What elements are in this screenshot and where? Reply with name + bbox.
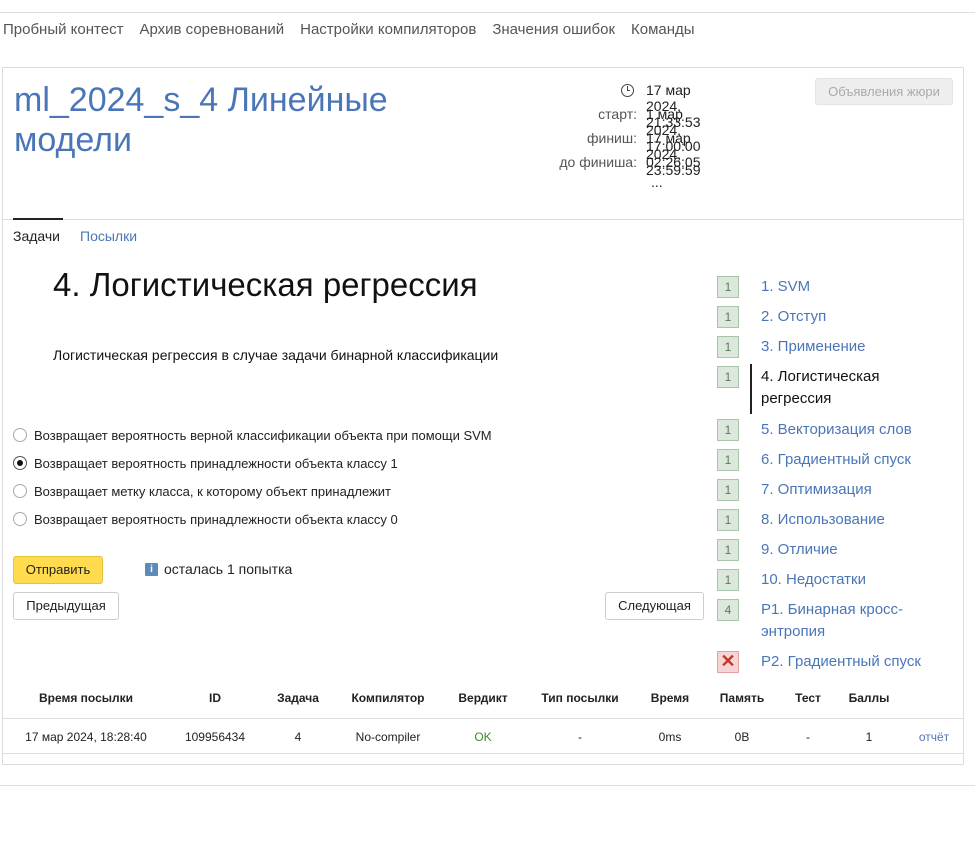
radio-button[interactable] [13, 512, 27, 526]
answer-option-3[interactable]: Возвращает метку класса, к которому объе… [13, 482, 391, 500]
previous-button[interactable]: Предыдущая [13, 592, 119, 620]
submission-memory: 0B [734, 730, 750, 744]
problem-link[interactable]: 6. Градиентный спуск [761, 449, 961, 471]
problem-score-badge: 1 [717, 509, 739, 531]
nav-trial-contest[interactable]: Пробный контест [3, 21, 123, 38]
problem-link[interactable]: 5. Векторизация слов [761, 419, 961, 441]
nav-contest-archive[interactable]: Архив соревнований [139, 21, 284, 38]
problem-score-badge: 4 [717, 599, 739, 621]
contest-title: ml_2024_s_4 Линейные модели [14, 81, 388, 159]
info-ellipsis: ... [651, 174, 663, 190]
start-label: старт: [598, 106, 637, 122]
column-header: Компилятор [351, 691, 425, 705]
submission-test: - [806, 730, 810, 744]
option-label: Возвращает метку класса, к которому объе… [34, 483, 391, 499]
column-header: Баллы [848, 691, 890, 705]
problem-score-badge: 1 [717, 479, 739, 501]
problem-score-badge: 1 [717, 336, 739, 358]
problem-score-badge: 1 [717, 276, 739, 298]
column-header: Время посылки [38, 691, 134, 705]
column-header: Память [719, 691, 765, 705]
option-label: Возвращает вероятность принадлежности об… [34, 511, 398, 527]
submission-verdict: OK [474, 730, 492, 744]
bottom-divider [0, 785, 975, 786]
clock-icon [621, 84, 634, 97]
problem-score-badge: 1 [717, 366, 739, 388]
answer-option-2[interactable]: Возвращает вероятность принадлежности об… [13, 454, 398, 472]
contest-panel: ml_2024_s_4 Линейные модели 17 мар 2024,… [2, 67, 964, 765]
problem-link[interactable]: P2. Градиентный спуск [761, 651, 961, 673]
answer-option-1[interactable]: Возвращает вероятность верной классифика… [13, 426, 492, 444]
problem-score-badge: 1 [717, 306, 739, 328]
submission-problem: 4 [294, 730, 302, 744]
info-icon: i [145, 562, 158, 576]
problem-link[interactable]: 10. Недостатки [761, 569, 961, 591]
remaining-value: 02:26:05 [646, 154, 701, 170]
problem-score-badge: 1 [717, 569, 739, 591]
problem-link[interactable]: P1. Бинарная кросс-энтропия [761, 599, 921, 643]
tab-tasks[interactable]: Задачи [13, 228, 60, 244]
option-label: Возвращает вероятность верной классифика… [34, 427, 492, 443]
problem-link[interactable]: 7. Оптимизация [761, 479, 961, 501]
submission-score: 1 [865, 730, 873, 744]
submission-runtime: 0ms [658, 730, 682, 744]
table-header: Время посылки ID Задача Компилятор Верди… [3, 680, 963, 716]
submit-button[interactable]: Отправить [13, 556, 103, 584]
submission-compiler: No-compiler [355, 730, 421, 744]
problem-link[interactable]: 9. Отличие [761, 539, 961, 561]
nav-compiler-settings[interactable]: Настройки компиляторов [300, 21, 476, 38]
report-link[interactable]: отчёт [909, 719, 959, 755]
active-tab-indicator [13, 218, 63, 220]
problem-link[interactable]: 1. SVM [761, 276, 961, 298]
finish-label: финиш: [586, 130, 637, 146]
remaining-label: до финиша: [559, 154, 637, 170]
column-header: ID [209, 691, 221, 705]
column-header: Задача [277, 691, 319, 705]
nav-teams[interactable]: Команды [631, 21, 695, 38]
column-header: Вердикт [458, 691, 508, 705]
problem-link[interactable]: 3. Применение [761, 336, 961, 358]
column-header: Время [650, 691, 690, 705]
nav-error-codes[interactable]: Значения ошибок [492, 21, 615, 38]
submission-id: 109956434 [184, 730, 246, 744]
attempts-text: осталась 1 попытка [164, 561, 293, 577]
radio-button[interactable] [13, 428, 27, 442]
option-label: Возвращает вероятность принадлежности об… [34, 455, 398, 471]
problem-score-badge: 1 [717, 419, 739, 441]
table-row: 17 мар 2024, 18:28:40 109956434 4 No-com… [3, 718, 963, 754]
jury-announcements-button[interactable]: Объявления жюри [815, 78, 953, 105]
fail-x-icon: ✕ [717, 651, 739, 673]
answer-option-4[interactable]: Возвращает вероятность принадлежности об… [13, 510, 398, 528]
submission-time: 17 мар 2024, 18:28:40 [25, 730, 147, 744]
column-header: Тип посылки [541, 691, 619, 705]
radio-button[interactable] [13, 484, 27, 498]
problem-link[interactable]: 8. Использование [761, 509, 961, 531]
problem-score-badge: 1 [717, 449, 739, 471]
tab-submits[interactable]: Посылки [80, 228, 137, 244]
top-nav: Пробный контест Архив соревнований Настр… [3, 21, 695, 38]
problem-link[interactable]: 2. Отступ [761, 306, 961, 328]
active-problem-indicator [750, 364, 752, 414]
problem-title: 4. Логистическая регрессия [53, 266, 478, 303]
submission-type: - [578, 730, 582, 744]
top-divider [0, 12, 975, 13]
tabs-divider [3, 219, 963, 220]
attempts-info: i осталась 1 попытка [145, 561, 292, 577]
problem-link[interactable]: 4. Логистическая регрессия [761, 366, 911, 410]
problem-description: Логистическая регрессия в случае задачи … [53, 347, 499, 363]
column-header: Тест [795, 691, 821, 705]
next-button[interactable]: Следующая [605, 592, 704, 620]
radio-button-selected[interactable] [13, 456, 27, 470]
problem-score-badge: 1 [717, 539, 739, 561]
